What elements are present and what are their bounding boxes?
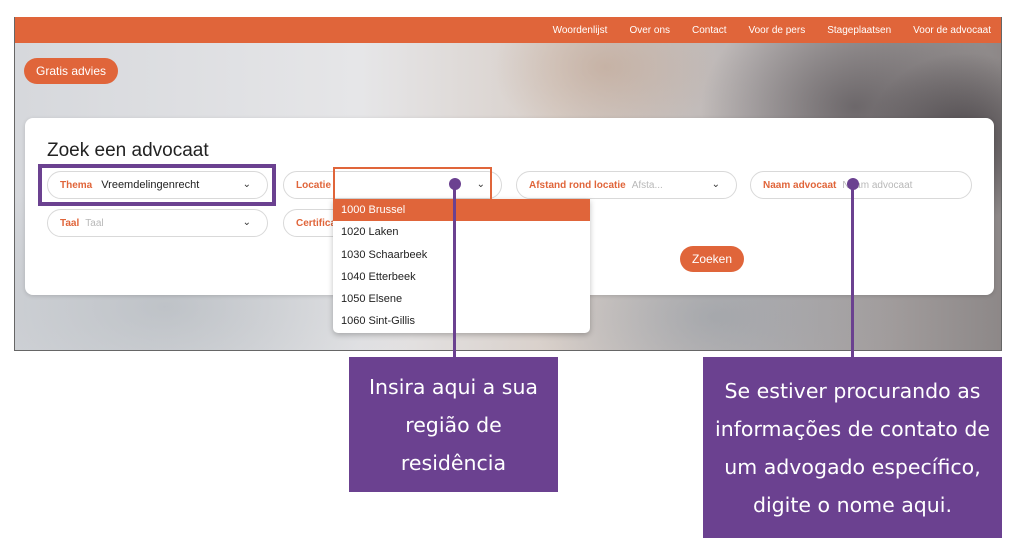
thema-highlight-box [38,164,276,206]
name-connector-line [851,186,854,358]
locatie-dropdown: 1000 Brussel 1020 Laken 1030 Schaarbeek … [333,199,590,333]
nav-link-stageplaatsen[interactable]: Stageplaatsen [827,25,891,36]
nav-link-voor-de-advocaat[interactable]: Voor de advocaat [913,25,991,36]
gratis-advies-button[interactable]: Gratis advies [24,58,119,84]
region-callout: Insira aqui a sua região de residência [349,357,558,492]
taal-label: Taal [60,217,80,229]
afstand-select[interactable]: Afstand rond locatie Afsta... ⌄ [516,171,737,199]
region-callout-line: região de [405,412,502,437]
region-callout-line: residência [400,450,507,475]
search-title: Zoek een advocaat [47,140,209,161]
region-callout-line: Insira aqui a sua [368,374,538,399]
chevron-down-icon: ⌄ [711,179,720,190]
taal-select[interactable]: Taal Taal ⌄ [47,209,268,237]
name-callout-line: digite o nome aqui. [752,492,953,517]
naam-advocaat-label: Naam advocaat [763,179,837,191]
certificaat-label: Certifica [296,217,337,229]
locatie-highlight-box [333,167,492,202]
location-option[interactable]: 1030 Schaarbeek [333,244,590,266]
name-callout: Se estiver procurando as informações de … [703,357,1002,538]
name-callout-line: informações de contato de [715,416,990,441]
nav-link-contact[interactable]: Contact [692,25,726,36]
afstand-label: Afstand rond locatie [529,179,626,191]
location-option[interactable]: 1020 Laken [333,221,590,243]
location-option[interactable]: 1060 Sint-Gillis [333,310,590,332]
chevron-down-icon: ⌄ [242,217,251,228]
location-option[interactable]: 1000 Brussel [333,199,590,222]
page: Woordenlijst Over ons Contact Voor de pe… [0,0,1024,555]
nav-link-woordenlijst[interactable]: Woordenlijst [553,25,608,36]
nav-link-over-ons[interactable]: Over ons [629,25,670,36]
region-connector-line [453,186,456,358]
naam-advocaat-input[interactable]: Naam advocaat Naam advocaat [750,171,972,199]
location-option[interactable]: 1040 Etterbeek [333,266,590,288]
top-navigation: Woordenlijst Over ons Contact Voor de pe… [15,17,1001,43]
afstand-placeholder: Afsta... [631,179,663,191]
name-callout-line: um advogado específico, [724,454,981,479]
name-callout-line: Se estiver procurando as [724,378,981,403]
zoeken-button[interactable]: Zoeken [680,246,745,272]
nav-link-voor-de-pers[interactable]: Voor de pers [748,25,805,36]
locatie-label: Locatie [296,179,332,191]
taal-placeholder: Taal [85,217,104,229]
location-option[interactable]: 1050 Elsene [333,288,590,310]
